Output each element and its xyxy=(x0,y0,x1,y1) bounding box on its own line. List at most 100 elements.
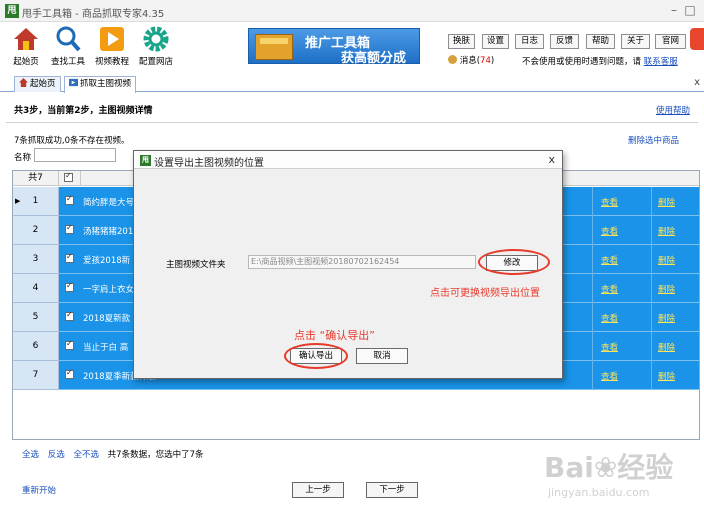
confirm-highlight-oval xyxy=(284,343,348,369)
tab-start-page-label: 起始页 xyxy=(30,79,56,89)
usage-help-link[interactable]: 使用帮助 xyxy=(656,104,690,116)
contact-support-link[interactable]: 联系客服 xyxy=(644,57,678,67)
messages-count: 74 xyxy=(480,56,491,66)
name-filter-input[interactable] xyxy=(34,148,116,162)
row-checkbox[interactable] xyxy=(65,223,74,234)
row-count-header: 共7 xyxy=(13,171,59,186)
close-icon[interactable]: x xyxy=(548,153,555,166)
search-icon xyxy=(56,26,81,52)
toolbar-config-shop-label: 配置网店 xyxy=(138,57,173,67)
cell-divider xyxy=(592,303,593,332)
toolbar-home[interactable]: 起始页 xyxy=(6,25,46,67)
row-checkbox[interactable] xyxy=(65,368,74,379)
view-link[interactable]: 查看 xyxy=(601,225,618,237)
view-link[interactable]: 查看 xyxy=(601,254,618,266)
dialog-title-bar: 甩 设置导出主图视频的位置 x xyxy=(134,151,562,169)
messages-indicator[interactable]: 消息(74) xyxy=(448,54,494,66)
close-tab-icon[interactable]: x xyxy=(694,77,700,88)
messages-label: 消息( xyxy=(459,56,481,66)
video-folder-field[interactable]: E:\商品视频\主图视频20180702162454 xyxy=(248,255,476,269)
delete-link[interactable]: 删除 xyxy=(658,225,675,237)
brand-logo-icon xyxy=(690,28,704,50)
delete-link[interactable]: 删除 xyxy=(658,196,675,208)
window-controls: – □ xyxy=(666,3,698,17)
toolbar-find-tools[interactable]: 查找工具 xyxy=(48,25,88,67)
toolbar: 起始页 查找工具 视频教程 配置网店 推广工具箱 获高额分成 换肤 设置 日志 … xyxy=(0,22,704,72)
view-link[interactable]: 查看 xyxy=(601,370,618,382)
video-icon xyxy=(69,78,78,87)
cell-divider xyxy=(592,187,593,216)
row-number: 4 xyxy=(13,274,59,303)
cell-divider xyxy=(592,245,593,274)
feedback-button[interactable]: 反馈 xyxy=(550,34,579,49)
skin-button[interactable]: 换肤 xyxy=(448,34,475,49)
about-button[interactable]: 关于 xyxy=(621,34,650,49)
row-checkbox[interactable] xyxy=(65,281,74,292)
cell-divider xyxy=(651,187,652,216)
change-highlight-oval xyxy=(478,249,550,275)
restart-link[interactable]: 重新开始 xyxy=(22,484,56,496)
row-number: ▶ 1 xyxy=(13,187,59,216)
app-logo-icon: 甩 xyxy=(5,4,19,18)
next-step-button[interactable]: 下一步 xyxy=(366,482,418,498)
result-summary: 7条抓取成功,0条不存在视频。 xyxy=(14,136,130,146)
tab-start-page[interactable]: 起始页 xyxy=(14,76,61,92)
support-notice: 不会使用或使用时遇到问题，请 联系客服 xyxy=(522,55,678,67)
view-link[interactable]: 查看 xyxy=(601,283,618,295)
support-notice-text: 不会使用或使用时遇到问题，请 xyxy=(522,57,642,67)
baidu-watermark: Bai❀经验 xyxy=(544,451,674,484)
help-button[interactable]: 帮助 xyxy=(586,34,615,49)
selection-bar: 全选 反选 全不选 共7条数据，您选中了7条 xyxy=(22,448,203,460)
gear-icon xyxy=(143,26,169,52)
header-checkbox[interactable] xyxy=(64,171,73,182)
toolbar-home-label: 起始页 xyxy=(13,57,39,67)
row-number: 5 xyxy=(13,303,59,332)
select-all-header[interactable] xyxy=(59,171,81,186)
promo-banner[interactable]: 推广工具箱 获高额分成 xyxy=(248,28,420,66)
delete-link[interactable]: 删除 xyxy=(658,254,675,266)
toolbar-config-shop[interactable]: 配置网店 xyxy=(136,25,176,67)
website-button[interactable]: 官网 xyxy=(655,34,686,49)
tab-grab-video[interactable]: 抓取主图视频 xyxy=(64,76,137,93)
home-icon xyxy=(14,28,38,50)
toolbar-find-tools-label: 查找工具 xyxy=(50,57,85,67)
invert-selection-link[interactable]: 反选 xyxy=(48,450,65,460)
prev-step-button[interactable]: 上一步 xyxy=(292,482,344,498)
cell-divider xyxy=(651,216,652,245)
confirm-hint-annotation: 点击 “确认导出” xyxy=(294,329,375,342)
cell-divider xyxy=(592,274,593,303)
select-none-link[interactable]: 全不选 xyxy=(73,450,99,460)
row-checkbox[interactable] xyxy=(65,339,74,350)
log-button[interactable]: 日志 xyxy=(515,34,544,49)
delete-link[interactable]: 删除 xyxy=(658,283,675,295)
title-bar: 甩 甩手工具箱 - 商品抓取专家4.35 – □ xyxy=(0,0,704,22)
row-checkbox[interactable] xyxy=(65,194,74,205)
row-number: 3 xyxy=(13,245,59,274)
row-number: 2 xyxy=(13,216,59,245)
delete-link[interactable]: 删除 xyxy=(658,370,675,382)
toolbar-video-tutorial[interactable]: 视频教程 xyxy=(92,25,132,67)
minimize-button[interactable]: – xyxy=(666,3,682,17)
delete-selected-link[interactable]: 删除选中商品 xyxy=(628,134,679,146)
row-checkbox[interactable] xyxy=(65,252,74,263)
delete-link[interactable]: 删除 xyxy=(658,312,675,324)
settings-button[interactable]: 设置 xyxy=(482,34,509,49)
view-link[interactable]: 查看 xyxy=(601,312,618,324)
current-row-arrow-icon: ▶ xyxy=(15,197,21,205)
view-link[interactable]: 查看 xyxy=(601,341,618,353)
cell-divider xyxy=(592,361,593,390)
view-link[interactable]: 查看 xyxy=(601,196,618,208)
divider xyxy=(6,122,698,123)
select-all-link[interactable]: 全选 xyxy=(22,450,39,460)
step-indicator: 共3步，当前第2步，主图视频详情 xyxy=(14,106,153,116)
name-filter-label: 名称 xyxy=(14,153,32,163)
cancel-button[interactable]: 取消 xyxy=(356,348,408,364)
maximize-button[interactable]: □ xyxy=(682,3,698,17)
cell-divider xyxy=(651,303,652,332)
delete-link[interactable]: 删除 xyxy=(658,341,675,353)
cell-divider xyxy=(592,216,593,245)
cell-divider xyxy=(592,332,593,361)
tab-strip: 起始页 抓取主图视频 x xyxy=(0,76,704,93)
export-location-dialog: 甩 设置导出主图视频的位置 x 主图视频文件夹 E:\商品视频\主图视频2018… xyxy=(133,150,563,379)
row-checkbox[interactable] xyxy=(65,310,74,321)
